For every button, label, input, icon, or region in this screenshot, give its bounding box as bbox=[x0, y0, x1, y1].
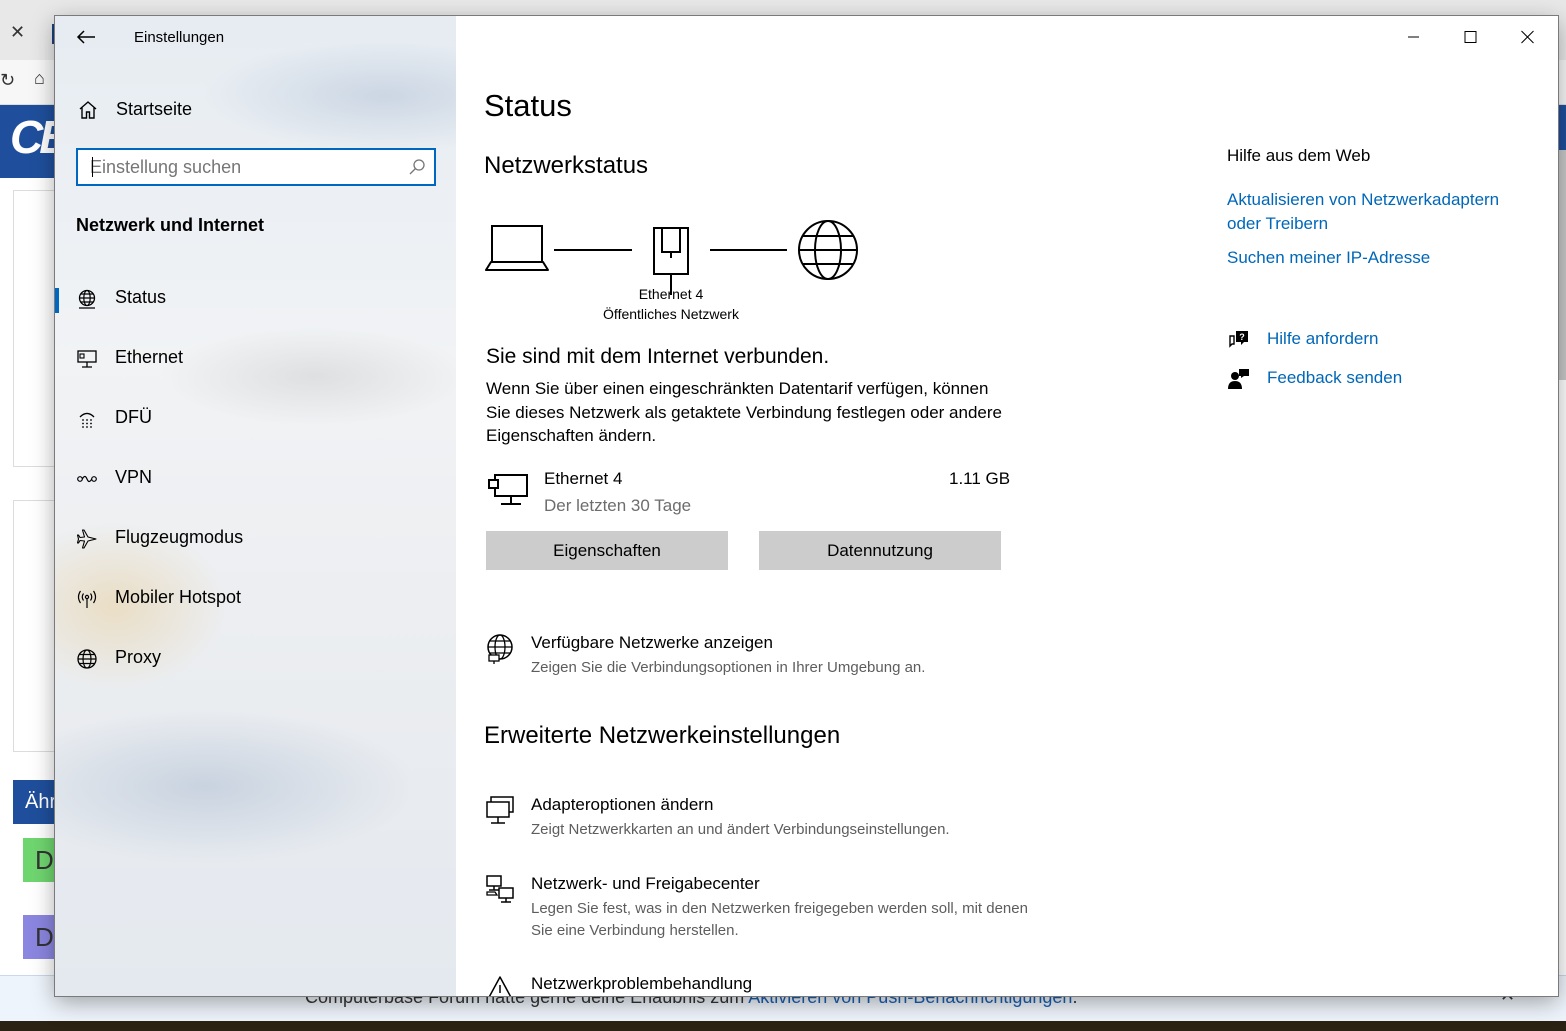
get-help-link[interactable]: ? Hilfe anfordern bbox=[1227, 326, 1527, 356]
adapter-options-title: Adapteroptionen ändern bbox=[531, 795, 714, 814]
sidebar-item-label: DFÜ bbox=[115, 407, 152, 427]
reload-icon[interactable]: ↻ bbox=[0, 70, 15, 91]
connection-status-text: Sie sind mit dem Internet verbunden. bbox=[486, 345, 830, 368]
sidebar-item-label: Status bbox=[115, 287, 167, 307]
close-icon bbox=[1521, 30, 1534, 44]
tab-close-icon[interactable]: ✕ bbox=[10, 22, 25, 43]
maximize-button[interactable] bbox=[1442, 16, 1499, 58]
back-button[interactable] bbox=[73, 24, 99, 50]
globe-network-icon bbox=[78, 289, 96, 309]
maximize-icon bbox=[1464, 31, 1477, 43]
laptop-icon bbox=[485, 225, 549, 271]
globe-icon bbox=[77, 649, 97, 669]
text-caret bbox=[92, 157, 93, 177]
arrow-left-icon bbox=[76, 30, 95, 44]
network-sharing-center-subtitle: Legen Sie fest, was in den Netzwerken fr… bbox=[531, 900, 1028, 939]
minimize-icon bbox=[1408, 36, 1419, 38]
send-feedback-label: Feedback senden bbox=[1267, 368, 1403, 387]
advanced-settings-heading: Erweiterte Netzwerkeinstellungen bbox=[484, 722, 841, 749]
search-icon[interactable] bbox=[408, 158, 426, 176]
connection-description: Wenn Sie über einen eingeschränkten Date… bbox=[486, 379, 1002, 445]
available-networks-subtitle: Zeigen Sie die Verbindungsoptionen in Ih… bbox=[531, 659, 926, 676]
sidebar-home-label: Startseite bbox=[116, 99, 193, 119]
data-usage-button[interactable]: Datennutzung bbox=[759, 531, 1001, 570]
help-chat-icon: ? bbox=[1229, 331, 1248, 348]
sidebar-section-title: Netzwerk und Internet bbox=[76, 215, 265, 235]
sidebar-item-dialup[interactable]: DFÜ bbox=[55, 396, 456, 440]
warning-icon bbox=[488, 976, 512, 996]
sidebar-item-label: Flugzeugmodus bbox=[115, 527, 244, 547]
network-sharing-icon bbox=[486, 875, 514, 903]
help-link-find-ip[interactable]: Suchen meiner IP-Adresse bbox=[1227, 246, 1527, 270]
send-feedback-link[interactable]: Feedback senden bbox=[1227, 365, 1527, 395]
sidebar-item-proxy[interactable]: Proxy bbox=[55, 636, 456, 680]
adapter-caption-name: Ethernet 4 bbox=[638, 286, 704, 302]
help-web-heading: Hilfe aus dem Web bbox=[1227, 146, 1371, 165]
sidebar-item-label: Mobiler Hotspot bbox=[115, 587, 242, 607]
available-networks-icon bbox=[487, 634, 513, 664]
sidebar-item-vpn[interactable]: VPN bbox=[55, 456, 456, 500]
sidebar-item-label: Proxy bbox=[115, 647, 162, 667]
vpn-icon bbox=[77, 475, 97, 483]
dialup-icon bbox=[79, 412, 95, 428]
adapter-data-usage: 1.11 GB bbox=[949, 469, 1011, 488]
available-networks-title: Verfügbare Netzwerke anzeigen bbox=[531, 633, 773, 652]
sidebar-item-mobile-hotspot[interactable]: Mobiler Hotspot bbox=[55, 576, 456, 620]
search-input[interactable] bbox=[90, 150, 390, 184]
adapter-caption: Ethernet 4 Öffentliches Netzwerk bbox=[585, 284, 757, 324]
sidebar-item-ethernet[interactable]: Ethernet bbox=[55, 336, 456, 380]
settings-search-box[interactable] bbox=[76, 148, 436, 186]
adapter-name: Ethernet 4 bbox=[544, 469, 623, 488]
network-adapter-icon bbox=[486, 796, 514, 824]
close-button[interactable] bbox=[1499, 16, 1556, 58]
sidebar-item-home[interactable]: Startseite bbox=[55, 90, 456, 130]
settings-window: Einstellungen Startseite Netzwerk und In… bbox=[55, 16, 1558, 996]
get-help-label: Hilfe anfordern bbox=[1267, 329, 1379, 348]
sidebar-item-status[interactable]: Status bbox=[55, 276, 456, 320]
hotspot-icon bbox=[77, 590, 97, 608]
feedback-icon bbox=[1228, 369, 1249, 389]
window-title: Einstellungen bbox=[134, 29, 225, 46]
adapter-usage-period: Der letzten 30 Tage bbox=[544, 496, 692, 515]
ethernet-adapter-icon bbox=[488, 474, 528, 505]
sidebar-item-label: Ethernet bbox=[115, 347, 184, 367]
internet-globe-icon bbox=[798, 220, 858, 280]
network-sharing-center-title: Netzwerk- und Freigabecenter bbox=[531, 874, 760, 893]
page-title: Status bbox=[484, 88, 572, 123]
taskbar-strip bbox=[0, 1021, 1566, 1031]
network-troubleshooter-title: Netzwerkproblembehandlung bbox=[531, 974, 753, 993]
network-status-heading: Netzwerkstatus bbox=[484, 152, 649, 179]
sidebar-item-airplane-mode[interactable]: Flugzeugmodus bbox=[55, 516, 456, 560]
help-link-update-adapters[interactable]: Aktualisieren von Netzwerkadaptern oder … bbox=[1227, 188, 1527, 236]
properties-button[interactable]: Eigenschaften bbox=[486, 531, 728, 570]
adapter-options-subtitle: Zeigt Netzwerkkarten an und ändert Verbi… bbox=[531, 821, 950, 838]
minimize-button[interactable] bbox=[1385, 16, 1442, 58]
selection-indicator bbox=[55, 288, 59, 313]
airplane-icon bbox=[76, 529, 97, 549]
browser-home-icon[interactable]: ⌂ bbox=[34, 68, 45, 89]
home-icon bbox=[79, 101, 97, 119]
svg-text:?: ? bbox=[1239, 332, 1245, 342]
sidebar-item-label: VPN bbox=[115, 467, 153, 487]
sidebar: Einstellungen Startseite Netzwerk und In… bbox=[55, 16, 456, 996]
ethernet-icon bbox=[77, 350, 97, 368]
adapter-caption-network-type: Öffentliches Netzwerk bbox=[603, 306, 739, 322]
